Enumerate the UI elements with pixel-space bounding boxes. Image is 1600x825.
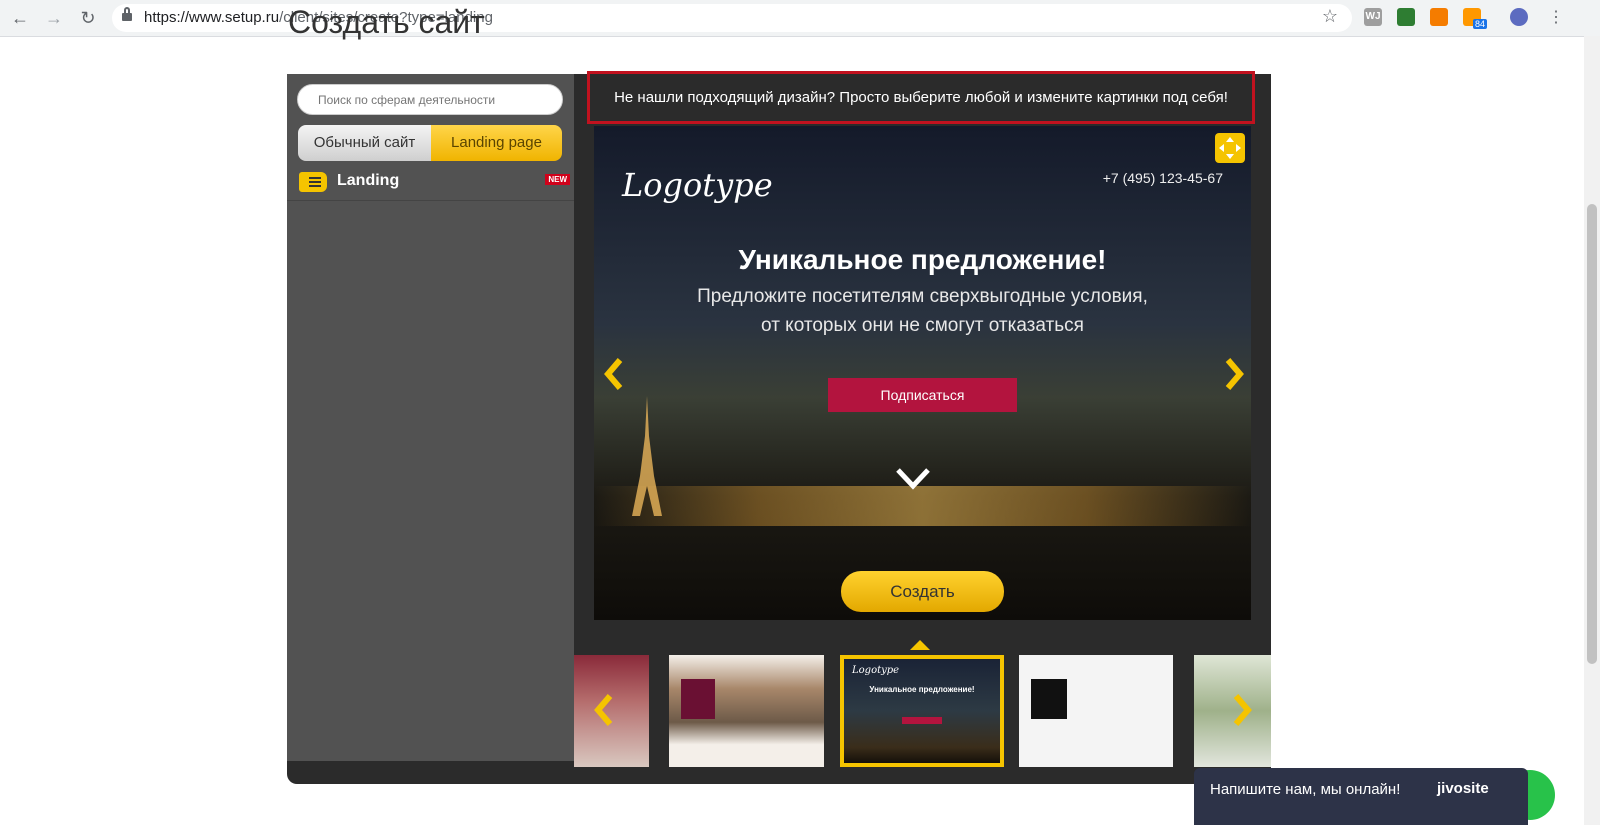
design-notice: Не нашли подходящий дизайн? Просто выбер… — [587, 71, 1255, 124]
menu-dots-icon[interactable]: ⋮ — [1544, 6, 1568, 30]
rss-badge: 84 — [1473, 19, 1488, 29]
thumbnail-form-decor — [681, 679, 715, 719]
template-thumbnail-2[interactable] — [669, 655, 824, 767]
thumbnail-logo: Logotype — [852, 665, 900, 676]
back-icon[interactable]: ← — [8, 6, 32, 30]
extension-green-icon[interactable] — [1397, 8, 1415, 26]
thumbnails-prev-arrow-icon[interactable] — [590, 690, 620, 730]
preview-subline-1: Предложите посетителям сверхвыгодные усл… — [697, 286, 1148, 307]
extension-wj-label: WJ — [1365, 11, 1381, 22]
extension-warning-icon[interactable] — [1430, 8, 1448, 26]
eiffel-tower-decor — [632, 396, 662, 516]
new-badge: NEW — [545, 174, 570, 185]
thumbnails-next-arrow-icon[interactable] — [1226, 690, 1256, 730]
preview-logo: Logotype — [622, 166, 773, 204]
scrollbar-thumb[interactable] — [1587, 204, 1597, 664]
template-thumbnail-3-active[interactable]: Logotype Уникальное предложение! — [840, 655, 1004, 767]
reload-icon[interactable]: ↻ — [76, 6, 100, 30]
profile-avatar[interactable] — [1510, 8, 1528, 26]
chat-widget[interactable]: Напишите нам, мы онлайн! jivosite — [1194, 768, 1528, 825]
next-slide-arrow-icon[interactable] — [1218, 354, 1248, 394]
page-title: Создать сайт — [288, 4, 485, 40]
url-host: https://www.setup.ru — [144, 9, 280, 26]
browser-toolbar: ← → ↻ https://www.setup.ru/client/sites/… — [0, 0, 1600, 37]
list-icon — [299, 172, 327, 192]
fullscreen-expand-icon[interactable] — [1215, 133, 1245, 163]
active-thumbnail-pointer — [910, 640, 930, 650]
prev-slide-arrow-icon[interactable] — [600, 354, 630, 394]
forward-icon[interactable]: → — [42, 6, 66, 30]
page-scrollbar[interactable] — [1584, 36, 1600, 825]
lock-icon — [122, 7, 132, 21]
preview-subline: Предложите посетителям сверхвыгодные усл… — [594, 282, 1251, 340]
preview-subscribe-button[interactable]: Подписаться — [828, 378, 1017, 412]
tab-regular-site[interactable]: Обычный сайт — [298, 125, 431, 161]
preview-phone: +7 (495) 123-45-67 — [1102, 170, 1223, 186]
create-site-button[interactable]: Создать — [841, 571, 1004, 612]
thumbnail-headline: Уникальное предложение! — [869, 685, 975, 694]
template-thumbnail-4[interactable] — [1019, 655, 1173, 767]
extension-wj-icon[interactable]: WJ — [1364, 8, 1382, 26]
sidebar-item-label: Landing — [337, 172, 400, 189]
bookmark-star-icon[interactable]: ☆ — [1322, 6, 1338, 27]
template-preview: Logotype +7 (495) 123-45-67 Уникальное п… — [594, 126, 1251, 620]
rss-icon[interactable]: 84 — [1463, 8, 1488, 29]
thumbnail-button-decor — [902, 717, 942, 724]
chevron-down-icon — [896, 468, 930, 490]
sidebar-item-landing[interactable]: Landing NEW — [287, 164, 574, 201]
preview-headline: Уникальное предложение! — [738, 244, 1107, 275]
category-search-input[interactable] — [297, 84, 563, 115]
preview-subline-2: от которых они не смогут отказаться — [761, 315, 1084, 336]
tab-landing-page[interactable]: Landing page — [431, 125, 562, 161]
chat-widget-text: Напишите нам, мы онлайн! — [1210, 781, 1401, 798]
chat-widget-brand: jivosite — [1437, 780, 1489, 797]
thumbnail-form-decor — [1031, 679, 1067, 719]
